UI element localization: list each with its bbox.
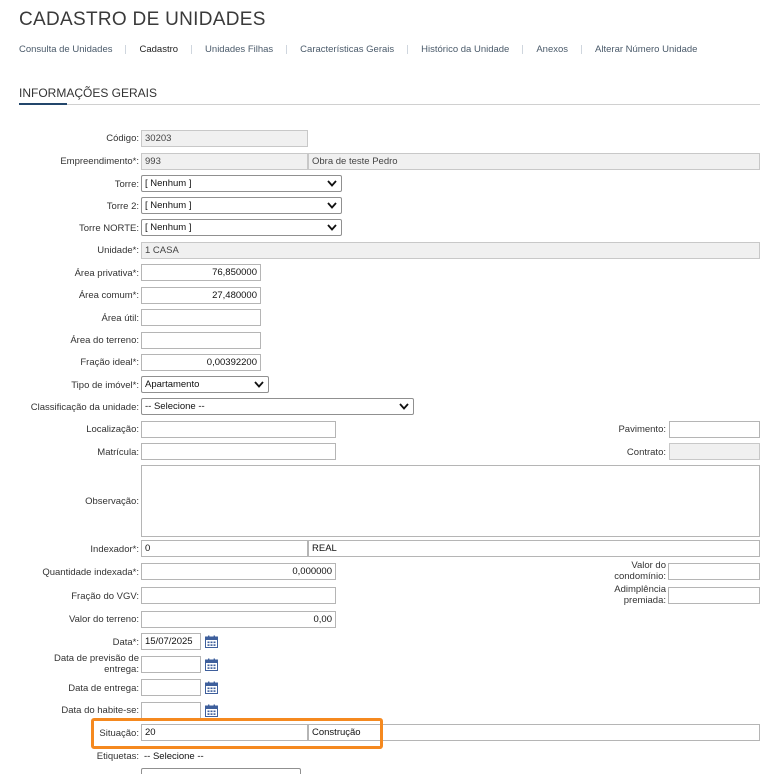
section-divider xyxy=(19,104,760,105)
matricula-label: Matrícula: xyxy=(97,447,139,458)
calendar-icon[interactable] xyxy=(205,681,218,694)
tab-divider xyxy=(407,44,409,54)
calendar-icon[interactable] xyxy=(205,635,218,648)
area-terreno-label: Área do terreno: xyxy=(70,335,139,346)
tab-caracteristicas-gerais[interactable]: Características Gerais xyxy=(300,44,394,55)
next-field-partial xyxy=(141,768,301,774)
data-entrega-label: Data de entrega: xyxy=(68,683,139,694)
tab-anexos[interactable]: Anexos xyxy=(536,44,568,55)
torre-norte-select-value: [ Nenhum ] xyxy=(145,222,192,233)
tipo-imovel-label: Tipo de imóvel*: xyxy=(71,380,139,391)
quantidade-indexada-label: Quantidade indexada*: xyxy=(42,567,139,578)
torre-norte-label: Torre NORTE: xyxy=(78,223,139,234)
area-util-field[interactable] xyxy=(141,309,261,326)
tab-consulta-de-unidades[interactable]: Consulta de Unidades xyxy=(19,44,112,55)
contrato-label: Contrato: xyxy=(626,447,666,458)
torre-norte-select[interactable]: [ Nenhum ] xyxy=(141,219,342,236)
tab-divider xyxy=(522,44,524,54)
fracao-ideal-field[interactable]: 0,00392200 xyxy=(141,354,261,371)
data-previsao-field[interactable] xyxy=(141,656,201,673)
section-accent-bar xyxy=(19,103,67,105)
calendar-icon[interactable] xyxy=(205,658,218,671)
indexador-code-field[interactable]: 0 xyxy=(141,540,308,557)
area-comum-label: Área comum*: xyxy=(78,290,139,301)
tab-unidades-filhas[interactable]: Unidades Filhas xyxy=(205,44,273,55)
tipo-imovel-select[interactable]: Apartamento xyxy=(141,376,269,393)
indexador-label: Indexador*: xyxy=(90,544,139,555)
etiquetas-select-value[interactable]: -- Selecione -- xyxy=(144,751,204,762)
indexador-name-field[interactable]: REAL xyxy=(308,540,760,557)
etiquetas-label: Etiquetas: xyxy=(96,751,139,762)
tipo-imovel-select-value: Apartamento xyxy=(145,379,200,390)
chevron-down-icon xyxy=(254,381,264,388)
torre-label: Torre: xyxy=(114,179,139,190)
localizacao-label: Localização: xyxy=(86,424,139,435)
area-util-label: Área útil: xyxy=(101,313,140,324)
matricula-field[interactable] xyxy=(141,443,336,460)
pavimento-field[interactable] xyxy=(669,421,760,438)
data-habite-label: Data do habite-se: xyxy=(61,705,139,716)
section-title: INFORMAÇÕES GERAIS xyxy=(19,86,158,100)
page-title: CADASTRO DE UNIDADES xyxy=(19,9,266,30)
area-terreno-field[interactable] xyxy=(141,332,261,349)
area-privativa-field[interactable]: 76,850000 xyxy=(141,264,261,281)
valor-condominio-field[interactable] xyxy=(668,563,760,580)
observacao-label: Observação: xyxy=(85,496,139,507)
fracao-vgv-label: Fração do VGV: xyxy=(71,591,139,602)
chevron-down-icon xyxy=(399,403,409,410)
empreendimento-name-field: Obra de teste Pedro xyxy=(308,153,760,170)
area-privativa-label: Área privativa*: xyxy=(74,268,139,279)
data-field[interactable]: 15/07/2025 xyxy=(141,633,201,650)
tab-divider xyxy=(286,44,288,54)
tab-divider xyxy=(581,44,583,54)
classificacao-select[interactable]: -- Selecione -- xyxy=(141,398,414,415)
adimplencia-field[interactable] xyxy=(668,587,760,604)
unidade-field: 1 CASA xyxy=(141,242,760,259)
torre2-select-value: [ Nenhum ] xyxy=(145,200,192,211)
tab-bar: Consulta de Unidades Cadastro Unidades F… xyxy=(19,42,697,56)
calendar-icon[interactable] xyxy=(205,704,218,717)
torre-select-value: [ Nenhum ] xyxy=(145,178,192,189)
data-habite-field[interactable] xyxy=(141,702,201,719)
data-previsao-label: Data de previsão de entrega: xyxy=(53,653,139,675)
chevron-down-icon xyxy=(327,224,337,231)
quantidade-indexada-field[interactable]: 0,000000 xyxy=(141,563,336,580)
codigo-label: Código: xyxy=(106,133,139,144)
valor-condominio-label: Valor do condomínio: xyxy=(614,560,666,582)
tab-historico-da-unidade[interactable]: Histórico da Unidade xyxy=(421,44,509,55)
codigo-field: 30203 xyxy=(141,130,308,147)
classificacao-select-value: -- Selecione -- xyxy=(145,401,205,412)
data-entrega-field[interactable] xyxy=(141,679,201,696)
contrato-field xyxy=(669,443,760,460)
valor-terreno-field[interactable]: 0,00 xyxy=(141,611,336,628)
tab-divider xyxy=(125,44,127,54)
pavimento-label: Pavimento: xyxy=(618,424,666,435)
fracao-ideal-label: Fração ideal*: xyxy=(80,357,139,368)
empreendimento-label: Empreendimento*: xyxy=(60,156,139,167)
unidade-label: Unidade*: xyxy=(97,245,139,256)
chevron-down-icon xyxy=(327,202,337,209)
tab-cadastro[interactable]: Cadastro xyxy=(139,44,178,55)
adimplencia-label: Adimplência premiada: xyxy=(614,584,666,606)
localizacao-field[interactable] xyxy=(141,421,336,438)
tab-divider xyxy=(191,44,193,54)
classificacao-label: Classificação da unidade: xyxy=(30,402,139,413)
torre2-select[interactable]: [ Nenhum ] xyxy=(141,197,342,214)
torre2-label: Torre 2: xyxy=(106,201,139,212)
fracao-vgv-field[interactable] xyxy=(141,587,336,604)
observacao-textarea[interactable] xyxy=(141,465,760,537)
valor-terreno-label: Valor do terreno: xyxy=(68,614,139,625)
area-comum-field[interactable]: 27,480000 xyxy=(141,287,261,304)
chevron-down-icon xyxy=(327,180,337,187)
torre-select[interactable]: [ Nenhum ] xyxy=(141,175,342,192)
empreendimento-code-field: 993 xyxy=(141,153,308,170)
situacao-highlight-box xyxy=(91,718,383,749)
tab-alterar-numero-unidade[interactable]: Alterar Número Unidade xyxy=(595,44,697,55)
data-label: Data*: xyxy=(112,637,139,648)
